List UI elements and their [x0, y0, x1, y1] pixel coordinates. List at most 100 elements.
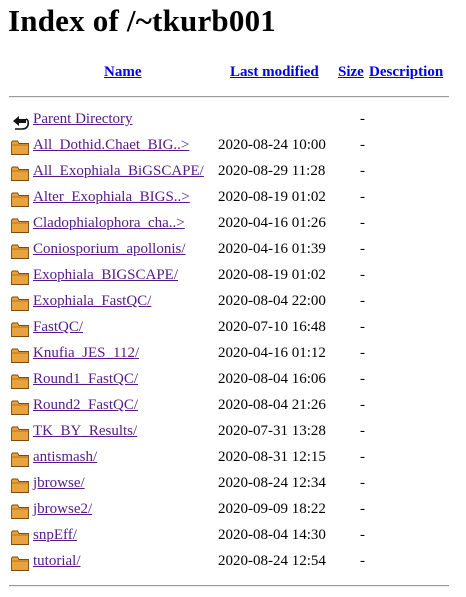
last-modified-cell: 2020-08-24 12:34 [218, 475, 326, 491]
folder-icon [10, 449, 30, 469]
folder-icon [10, 241, 30, 261]
folder-icon [10, 319, 30, 339]
size-cell: - [360, 345, 365, 361]
size-cell: - [360, 293, 365, 309]
folder-icon [10, 475, 30, 495]
directory-link[interactable]: FastQC/ [33, 319, 83, 336]
directory-row: Cladophialophora_cha..> 2020-04-16 01:26 - [0, 212, 466, 238]
sort-by-description-link[interactable]: Description [369, 64, 443, 80]
size-cell: - [360, 137, 365, 153]
size-cell: - [360, 449, 365, 465]
last-modified-cell: 2020-08-24 12:54 [218, 553, 326, 569]
size-cell: - [360, 319, 365, 335]
size-cell: - [360, 475, 365, 491]
folder-icon [10, 215, 30, 235]
directory-row: Exophiala_BIGSCAPE/2020-08-19 01:02 - [0, 264, 466, 290]
folder-icon [10, 553, 30, 573]
directory-link[interactable]: jbrowse2/ [33, 501, 92, 518]
sort-by-name-link[interactable]: Name [104, 64, 142, 80]
last-modified-cell: 2020-08-19 01:02 [218, 189, 326, 205]
directory-link[interactable]: Knufia_JES_112/ [33, 345, 139, 362]
last-modified-cell: 2020-08-31 12:15 [218, 449, 326, 465]
size-cell: - [360, 553, 365, 569]
folder-icon [10, 267, 30, 287]
parent-size: - [360, 111, 365, 127]
column-header-size[interactable]: Size [338, 64, 364, 81]
directory-link[interactable]: All_Exophiala_BiGSCAPE/ [33, 163, 204, 180]
folder-icon [10, 423, 30, 443]
back-arrow-icon [10, 111, 30, 131]
directory-link[interactable]: TK_BY_Results/ [33, 423, 137, 440]
folder-icon [10, 137, 30, 157]
directory-link[interactable]: tutorial/ [33, 553, 81, 570]
directory-row: All_Dothid.Chaet_BIG..> 2020-08-24 10:00 - [0, 134, 466, 160]
last-modified-cell: 2020-04-16 01:12 [218, 345, 326, 361]
directory-link[interactable]: Round1_FastQC/ [33, 371, 138, 388]
folder-icon [10, 163, 30, 183]
size-cell: - [360, 371, 365, 387]
directory-row: Knufia_JES_112/2020-04-16 01:12 - [0, 342, 466, 368]
folder-icon [10, 371, 30, 391]
bottom-divider [9, 585, 449, 587]
directory-row: snpEff/2020-08-04 14:30 - [0, 524, 466, 550]
sort-by-size-link[interactable]: Size [338, 64, 364, 80]
folder-icon [10, 189, 30, 209]
last-modified-cell: 2020-08-04 21:26 [218, 397, 326, 413]
last-modified-cell: 2020-09-09 18:22 [218, 501, 326, 517]
directory-link[interactable]: Exophiala_BIGSCAPE/ [33, 267, 178, 284]
directory-row: Exophiala_FastQC/2020-08-04 22:00 - [0, 290, 466, 316]
last-modified-cell: 2020-04-16 01:26 [218, 215, 326, 231]
folder-icon [10, 397, 30, 417]
last-modified-cell: 2020-08-04 22:00 [218, 293, 326, 309]
directory-row: All_Exophiala_BiGSCAPE/2020-08-29 11:28 - [0, 160, 466, 186]
directory-row: tutorial/2020-08-24 12:54 - [0, 550, 466, 576]
last-modified-cell: 2020-08-19 01:02 [218, 267, 326, 283]
folder-icon [10, 345, 30, 365]
directory-row: antismash/2020-08-31 12:15 - [0, 446, 466, 472]
page-title: Index of /~tkurb001 [8, 3, 276, 38]
column-header-description[interactable]: Description [369, 64, 443, 81]
folder-icon [10, 527, 30, 547]
folder-icon [10, 293, 30, 313]
directory-row: jbrowse/2020-08-24 12:34 - [0, 472, 466, 498]
size-cell: - [360, 397, 365, 413]
directory-link[interactable]: antismash/ [33, 449, 97, 466]
last-modified-cell: 2020-04-16 01:39 [218, 241, 326, 257]
directory-row: FastQC/2020-07-10 16:48 - [0, 316, 466, 342]
last-modified-cell: 2020-07-31 13:28 [218, 423, 326, 439]
last-modified-cell: 2020-08-04 16:06 [218, 371, 326, 387]
size-cell: - [360, 527, 365, 543]
size-cell: - [360, 189, 365, 205]
size-cell: - [360, 215, 365, 231]
size-cell: - [360, 241, 365, 257]
size-cell: - [360, 267, 365, 283]
directory-row: jbrowse2/2020-09-09 18:22 - [0, 498, 466, 524]
parent-directory-link[interactable]: Parent Directory [33, 111, 133, 128]
size-cell: - [360, 163, 365, 179]
parent-directory-row: Parent Directory - [0, 108, 466, 134]
directory-link[interactable]: snpEff/ [33, 527, 77, 544]
sort-by-last-modified-link[interactable]: Last modified [230, 64, 319, 80]
directory-row: TK_BY_Results/2020-07-31 13:28 - [0, 420, 466, 446]
last-modified-cell: 2020-08-29 11:28 [218, 163, 326, 179]
directory-link[interactable]: Alter_Exophiala_BIGS..> [33, 189, 190, 206]
top-divider [9, 96, 449, 98]
column-header-last-modified[interactable]: Last modified [230, 64, 319, 81]
folder-icon [10, 501, 30, 521]
directory-link[interactable]: Cladophialophora_cha..> [33, 215, 185, 232]
directory-link[interactable]: All_Dothid.Chaet_BIG..> [33, 137, 189, 154]
directory-row: Alter_Exophiala_BIGS..> 2020-08-19 01:02 - [0, 186, 466, 212]
last-modified-cell: 2020-07-10 16:48 [218, 319, 326, 335]
directory-row: Coniosporium_apollonis/2020-04-16 01:39 - [0, 238, 466, 264]
directory-link[interactable]: Exophiala_FastQC/ [33, 293, 151, 310]
size-cell: - [360, 423, 365, 439]
last-modified-cell: 2020-08-24 10:00 [218, 137, 326, 153]
directory-link[interactable]: Coniosporium_apollonis/ [33, 241, 186, 258]
last-modified-cell: 2020-08-04 14:30 [218, 527, 326, 543]
directory-row: Round1_FastQC/2020-08-04 16:06 - [0, 368, 466, 394]
column-header-name[interactable]: Name [104, 64, 142, 81]
size-cell: - [360, 501, 365, 517]
directory-link[interactable]: jbrowse/ [33, 475, 85, 492]
directory-row: Round2_FastQC/2020-08-04 21:26 - [0, 394, 466, 420]
directory-link[interactable]: Round2_FastQC/ [33, 397, 138, 414]
